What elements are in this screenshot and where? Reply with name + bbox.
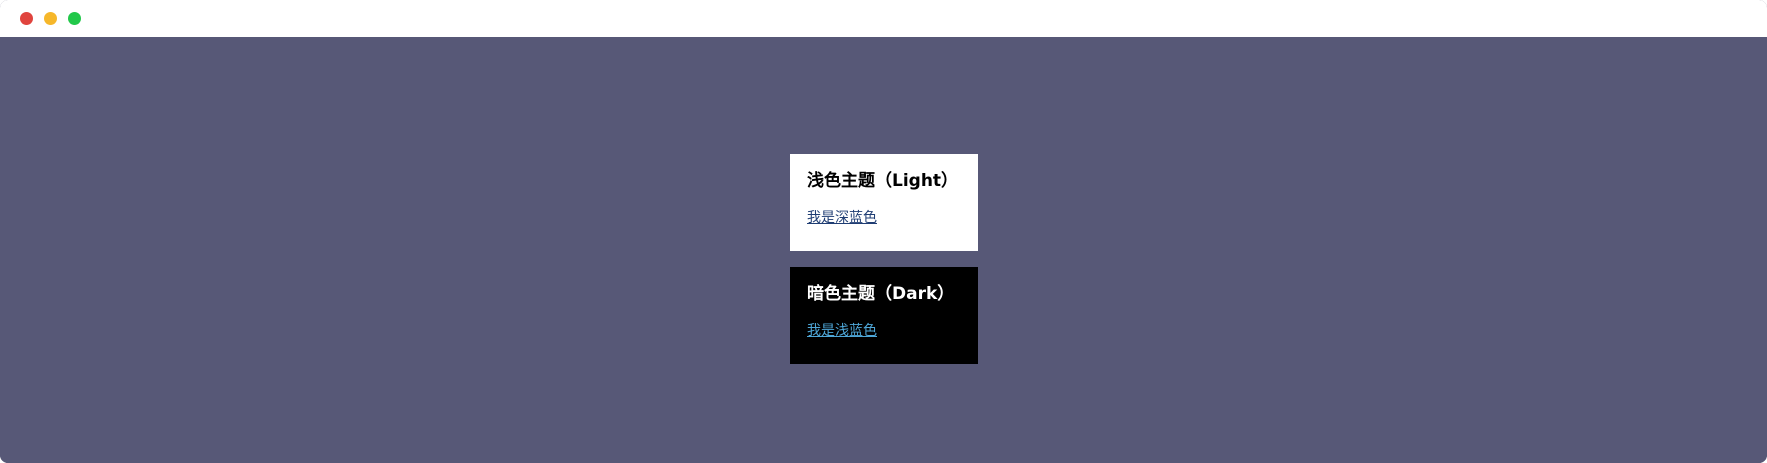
title-bar bbox=[0, 0, 1767, 38]
app-window: 浅色主题（Light） 我是深蓝色 暗色主题（Dark） 我是浅蓝色 bbox=[0, 0, 1767, 463]
dark-theme-title: 暗色主题（Dark） bbox=[807, 284, 955, 304]
dark-theme-card: 暗色主题（Dark） 我是浅蓝色 bbox=[790, 267, 978, 364]
maximize-window-icon[interactable] bbox=[68, 12, 81, 25]
dark-theme-link[interactable]: 我是浅蓝色 bbox=[807, 323, 877, 339]
page-content: 浅色主题（Light） 我是深蓝色 暗色主题（Dark） 我是浅蓝色 bbox=[0, 37, 1767, 463]
close-window-icon[interactable] bbox=[20, 12, 33, 25]
light-theme-card: 浅色主题（Light） 我是深蓝色 bbox=[790, 154, 978, 251]
minimize-window-icon[interactable] bbox=[44, 12, 57, 25]
light-theme-title: 浅色主题（Light） bbox=[807, 171, 959, 191]
light-theme-link[interactable]: 我是深蓝色 bbox=[807, 210, 877, 226]
